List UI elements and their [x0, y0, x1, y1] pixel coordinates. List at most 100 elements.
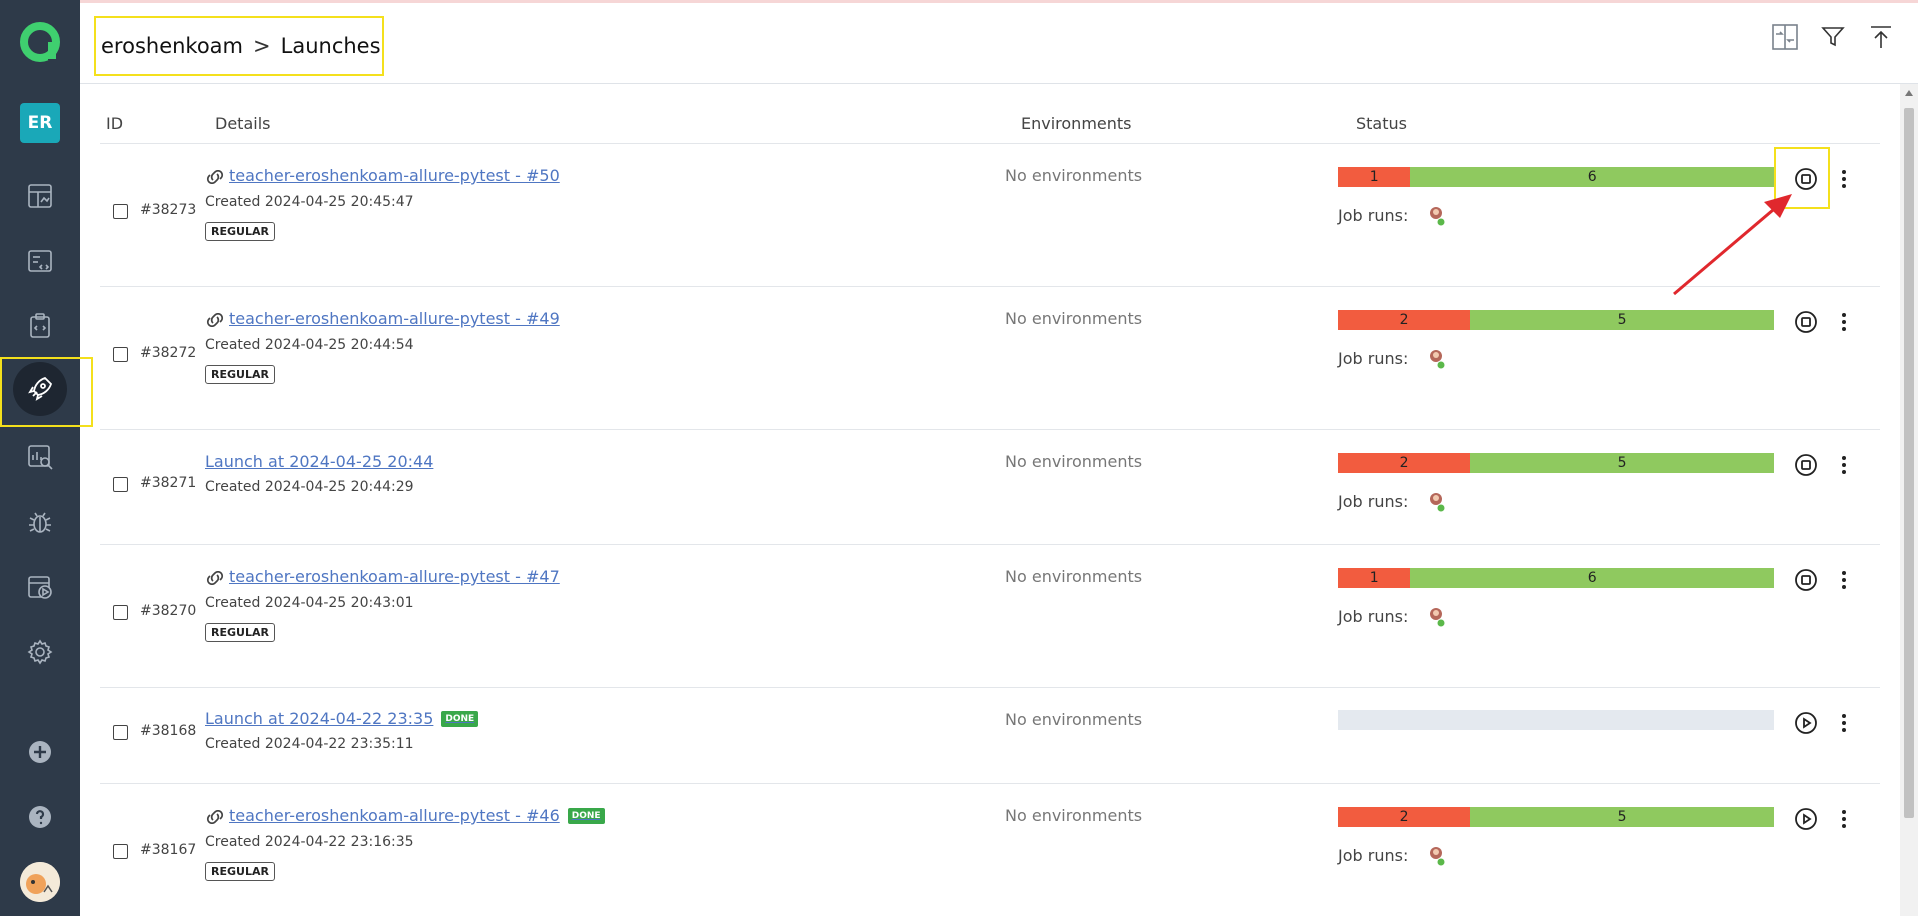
passed-count: 5	[1470, 453, 1774, 473]
launch-tag: REGULAR	[205, 222, 275, 241]
row-checkbox[interactable]	[113, 347, 128, 362]
job-runs-label: Job runs:	[1338, 492, 1409, 511]
testplans-icon[interactable]	[20, 306, 60, 346]
passed-count: 5	[1470, 807, 1774, 827]
help-icon[interactable]	[20, 797, 60, 837]
vertical-scrollbar[interactable]	[1900, 84, 1918, 916]
created-date: Created 2024-04-25 20:44:54	[205, 337, 414, 353]
scrollbar-thumb[interactable]	[1904, 108, 1914, 818]
stop-launch-icon[interactable]	[1794, 453, 1818, 477]
created-date: Created 2024-04-25 20:45:47	[205, 194, 414, 210]
testcases-icon[interactable]	[20, 241, 60, 281]
job-run-avatar[interactable]	[1426, 347, 1448, 371]
link-icon	[205, 169, 225, 184]
upload-icon[interactable]	[1868, 24, 1894, 50]
dashboards-icon[interactable]	[20, 176, 60, 216]
launch-tag: REGULAR	[205, 365, 275, 384]
launch-title-text[interactable]: teacher-eroshenkoam-allure-pytest - #50	[229, 166, 560, 185]
project-avatar[interactable]: ER	[20, 103, 60, 143]
job-runs-label: Job runs:	[1338, 846, 1409, 865]
more-options-icon[interactable]	[1839, 310, 1849, 334]
link-icon	[205, 570, 225, 585]
launch-title-text[interactable]: teacher-eroshenkoam-allure-pytest - #47	[229, 567, 560, 586]
launch-title-link[interactable]: teacher-eroshenkoam-allure-pytest - #47	[205, 567, 560, 586]
more-options-icon[interactable]	[1839, 167, 1849, 191]
column-id[interactable]: ID	[106, 114, 123, 133]
breadcrumb: eroshenkoam > Launches	[94, 16, 384, 76]
job-runs-label: Job runs:	[1338, 206, 1409, 225]
environments-text: No environments	[1005, 452, 1143, 471]
status-bar: 2 5	[1338, 807, 1774, 827]
breadcrumb-page: Launches	[280, 34, 381, 58]
analytics-icon[interactable]	[20, 437, 60, 477]
done-badge: DONE	[567, 807, 605, 824]
created-date: Created 2024-04-22 23:35:11	[205, 736, 414, 752]
launch-title-link[interactable]: Launch at 2024-04-22 23:35 DONE	[205, 709, 479, 728]
job-run-avatar[interactable]	[1426, 204, 1448, 228]
more-options-icon[interactable]	[1839, 807, 1849, 831]
created-date: Created 2024-04-25 20:44:29	[205, 479, 414, 495]
user-avatar[interactable]	[20, 862, 60, 902]
status-bar: 2 5	[1338, 453, 1774, 473]
defects-icon[interactable]	[20, 502, 60, 542]
breadcrumb-separator: >	[253, 34, 271, 58]
failed-count: 1	[1338, 167, 1411, 187]
allure-logo-icon[interactable]	[18, 20, 62, 64]
settings-icon[interactable]	[20, 632, 60, 672]
launch-title-link[interactable]: teacher-eroshenkoam-allure-pytest - #50	[205, 166, 560, 185]
link-icon	[205, 809, 225, 824]
breadcrumb-project[interactable]: eroshenkoam	[101, 34, 243, 58]
job-run-avatar[interactable]	[1426, 844, 1448, 868]
row-checkbox[interactable]	[113, 477, 128, 492]
more-options-icon[interactable]	[1839, 711, 1849, 735]
job-run-avatar[interactable]	[1426, 490, 1448, 514]
launch-title-link[interactable]: teacher-eroshenkoam-allure-pytest - #46 …	[205, 806, 605, 825]
launch-id: #38167	[140, 842, 197, 858]
launch-title-text[interactable]: teacher-eroshenkoam-allure-pytest - #46	[229, 806, 560, 825]
table-row[interactable]: #38271 Launch at 2024-04-25 20:44 Create…	[100, 430, 1880, 545]
created-date: Created 2024-04-22 23:16:35	[205, 834, 414, 850]
compare-icon[interactable]	[1772, 24, 1798, 50]
more-options-icon[interactable]	[1839, 453, 1849, 477]
table-row[interactable]: #38273 teacher-eroshenkoam-allure-pytest…	[100, 144, 1880, 287]
jobs-icon[interactable]	[20, 567, 60, 607]
run-launch-icon[interactable]	[1794, 807, 1818, 831]
table-row[interactable]: #38167 teacher-eroshenkoam-allure-pytest…	[100, 784, 1880, 916]
job-run-avatar[interactable]	[1426, 605, 1448, 629]
failed-count: 1	[1338, 568, 1411, 588]
launch-tag: REGULAR	[205, 862, 275, 881]
done-badge: DONE	[441, 710, 479, 727]
row-checkbox[interactable]	[113, 844, 128, 859]
launch-title-link[interactable]: teacher-eroshenkoam-allure-pytest - #49	[205, 309, 560, 328]
link-icon	[205, 312, 225, 327]
table-row[interactable]: #38168 Launch at 2024-04-22 23:35 DONE C…	[100, 688, 1880, 784]
row-checkbox[interactable]	[113, 605, 128, 620]
environments-text: No environments	[1005, 567, 1143, 586]
job-runs-label: Job runs:	[1338, 349, 1409, 368]
stop-launch-icon[interactable]	[1794, 310, 1818, 334]
launch-title-link[interactable]: Launch at 2024-04-25 20:44	[205, 452, 433, 471]
column-details: Details	[215, 114, 271, 133]
red-arrow-annotation	[1673, 194, 1792, 296]
add-icon[interactable]	[20, 732, 60, 772]
launch-title-text[interactable]: teacher-eroshenkoam-allure-pytest - #49	[229, 309, 560, 328]
scroll-up-arrow-icon[interactable]	[1905, 90, 1913, 96]
environments-text: No environments	[1005, 710, 1143, 729]
row-checkbox[interactable]	[113, 725, 128, 740]
launches-highlight	[0, 357, 93, 427]
launch-title-text[interactable]: Launch at 2024-04-25 20:44	[205, 452, 433, 471]
column-status: Status	[1356, 114, 1407, 133]
launch-tag: REGULAR	[205, 623, 275, 642]
stop-launch-icon[interactable]	[1794, 568, 1818, 592]
launch-title-text[interactable]: Launch at 2024-04-22 23:35	[205, 709, 433, 728]
status-bar: 2 5	[1338, 310, 1774, 330]
run-launch-icon[interactable]	[1794, 711, 1818, 735]
more-options-icon[interactable]	[1839, 568, 1849, 592]
table-row[interactable]: #38270 teacher-eroshenkoam-allure-pytest…	[100, 545, 1880, 688]
filter-icon[interactable]	[1820, 24, 1846, 50]
status-bar-empty	[1338, 710, 1774, 730]
table-row[interactable]: #38272 teacher-eroshenkoam-allure-pytest…	[100, 287, 1880, 430]
header-actions	[1772, 24, 1894, 50]
launch-id: #38270	[140, 603, 197, 619]
row-checkbox[interactable]	[113, 204, 128, 219]
